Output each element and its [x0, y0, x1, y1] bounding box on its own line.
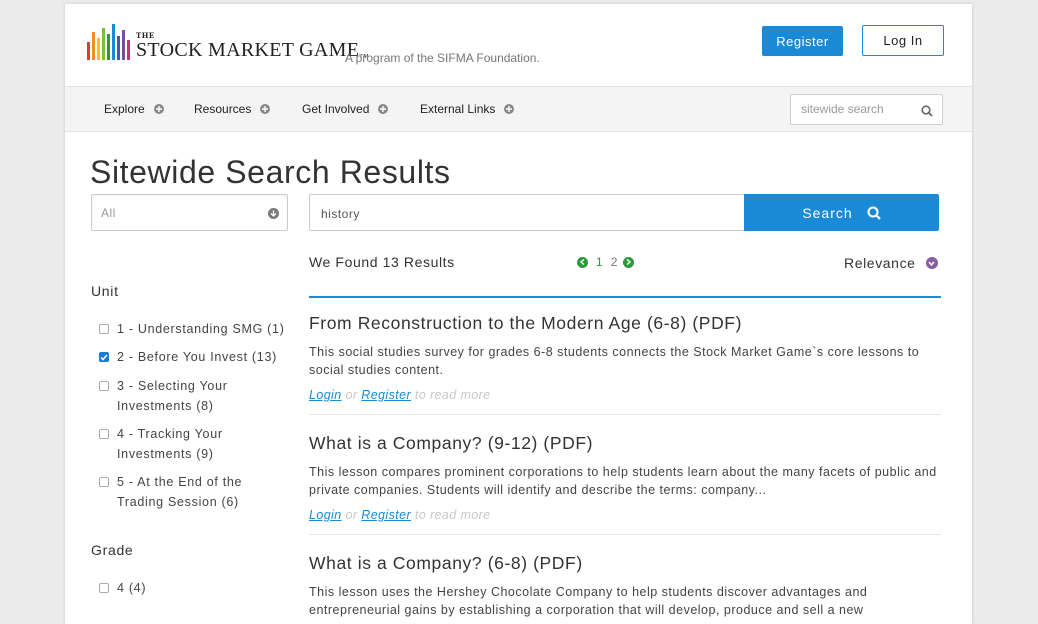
- nav-item-label: Get Involved: [302, 102, 370, 116]
- nav-item-resources[interactable]: Resources: [194, 102, 271, 116]
- checkmark-icon: [100, 354, 108, 361]
- sitewide-search-box: [790, 94, 943, 125]
- search-icon[interactable]: [921, 104, 933, 122]
- logo-name: STOCK MARKET GAME: [136, 39, 360, 61]
- chevron-down-icon: [268, 208, 279, 219]
- sort-label: Relevance: [844, 255, 916, 271]
- search-result: What is a Company? (9-12) (PDF) This les…: [309, 433, 941, 535]
- tagline: A program of the SIFMA Foundation.: [345, 51, 540, 65]
- results-divider: [309, 296, 941, 298]
- read-more-text: to read more: [414, 508, 491, 522]
- search-button-label: Search: [802, 204, 853, 221]
- expand-icon: [260, 104, 271, 114]
- register-button[interactable]: Register: [762, 26, 843, 56]
- category-filter-select[interactable]: All: [91, 194, 288, 231]
- result-title[interactable]: What is a Company? (6-8) (PDF): [309, 553, 941, 574]
- facet-option-label: 5 - At the End of the Trading Session (6…: [117, 475, 243, 509]
- facet-option-grade-4[interactable]: 4 (4): [99, 581, 289, 598]
- query-value: history: [321, 207, 360, 221]
- sitewide-search-input[interactable]: [801, 102, 911, 116]
- checkbox[interactable]: [99, 477, 109, 487]
- prev-page-icon[interactable]: [577, 256, 588, 268]
- facet-option-unit-1[interactable]: 1 - Understanding SMG (1): [99, 322, 289, 339]
- pagination: 1 2: [577, 255, 635, 269]
- sort-dropdown[interactable]: Relevance: [844, 255, 938, 271]
- nav-item-label: Explore: [104, 102, 145, 116]
- result-description: This lesson uses the Hershey Chocolate C…: [309, 585, 868, 617]
- results-count: We Found 13 Results: [309, 254, 455, 270]
- facet-option-unit-2[interactable]: 2 - Before You Invest (13): [99, 350, 289, 367]
- nav-item-explore[interactable]: Explore: [104, 102, 164, 116]
- result-title[interactable]: What is a Company? (9-12) (PDF): [309, 433, 941, 454]
- facet-option-label: 3 - Selecting Your Investments (8): [117, 379, 228, 413]
- facet-heading-unit: Unit: [91, 283, 119, 299]
- login-link[interactable]: Login: [309, 508, 342, 522]
- register-link[interactable]: Register: [361, 508, 411, 522]
- expand-icon: [378, 104, 389, 114]
- search-button[interactable]: Search: [744, 194, 939, 231]
- chevron-down-icon: [925, 257, 938, 269]
- or-text: or: [345, 508, 358, 522]
- nav-item-external-links[interactable]: External Links: [420, 102, 515, 116]
- facet-heading-grade: Grade: [91, 542, 134, 558]
- facet-option-unit-5[interactable]: 5 - At the End of the Trading Session (6…: [99, 475, 269, 512]
- nav-item-get-involved[interactable]: Get Involved: [302, 102, 389, 116]
- facet-option-label: 2 - Before You Invest (13): [117, 350, 277, 364]
- login-button[interactable]: Log In: [862, 25, 944, 56]
- logo-the: THE: [136, 31, 155, 40]
- result-actions: Login or Register to read more: [309, 388, 941, 402]
- checkbox[interactable]: [99, 324, 109, 334]
- expand-icon: [153, 104, 164, 114]
- facet-option-label: 4 (4): [117, 581, 147, 595]
- result-description: This social studies survey for grades 6-…: [309, 345, 920, 377]
- result-actions: Login or Register to read more: [309, 508, 941, 522]
- page-container: THE STOCK MARKET GAMETM A program of the…: [65, 4, 972, 624]
- nav-item-label: Resources: [194, 102, 252, 116]
- main-nav: Explore Resources Get Involved External …: [65, 86, 972, 132]
- login-link[interactable]: Login: [309, 388, 342, 402]
- checkbox[interactable]: [99, 583, 109, 593]
- facet-option-unit-4[interactable]: 4 - Tracking Your Investments (9): [99, 427, 269, 464]
- next-page-icon[interactable]: [623, 256, 635, 268]
- search-result: From Reconstruction to the Modern Age (6…: [309, 313, 941, 415]
- facet-option-label: 1 - Understanding SMG (1): [117, 322, 285, 336]
- result-title[interactable]: From Reconstruction to the Modern Age (6…: [309, 313, 941, 334]
- filter-value: All: [101, 206, 116, 220]
- register-link[interactable]: Register: [361, 388, 411, 402]
- result-divider: [309, 414, 941, 415]
- checkbox[interactable]: [99, 429, 109, 439]
- page-link-1[interactable]: 1: [596, 255, 603, 269]
- page-title: Sitewide Search Results: [90, 154, 451, 190]
- nav-item-label: External Links: [420, 102, 496, 116]
- search-icon: [867, 206, 881, 220]
- facet-option-unit-3[interactable]: 3 - Selecting Your Investments (8): [99, 379, 269, 416]
- checkbox-checked[interactable]: [99, 352, 109, 362]
- search-result: What is a Company? (6-8) (PDF) This less…: [309, 553, 941, 619]
- checkbox[interactable]: [99, 381, 109, 391]
- result-description: This lesson compares prominent corporati…: [309, 465, 937, 497]
- read-more-text: to read more: [414, 388, 491, 402]
- or-text: or: [345, 388, 358, 402]
- result-divider: [309, 534, 941, 535]
- page-link-2[interactable]: 2: [611, 255, 618, 269]
- site-logo[interactable]: THE STOCK MARKET GAMETM: [87, 24, 369, 60]
- search-query-field[interactable]: history: [309, 194, 745, 231]
- logo-bars-icon: [87, 24, 130, 60]
- facet-option-label: 4 - Tracking Your Investments (9): [117, 427, 223, 461]
- expand-icon: [504, 104, 515, 114]
- site-header: THE STOCK MARKET GAMETM A program of the…: [65, 4, 972, 86]
